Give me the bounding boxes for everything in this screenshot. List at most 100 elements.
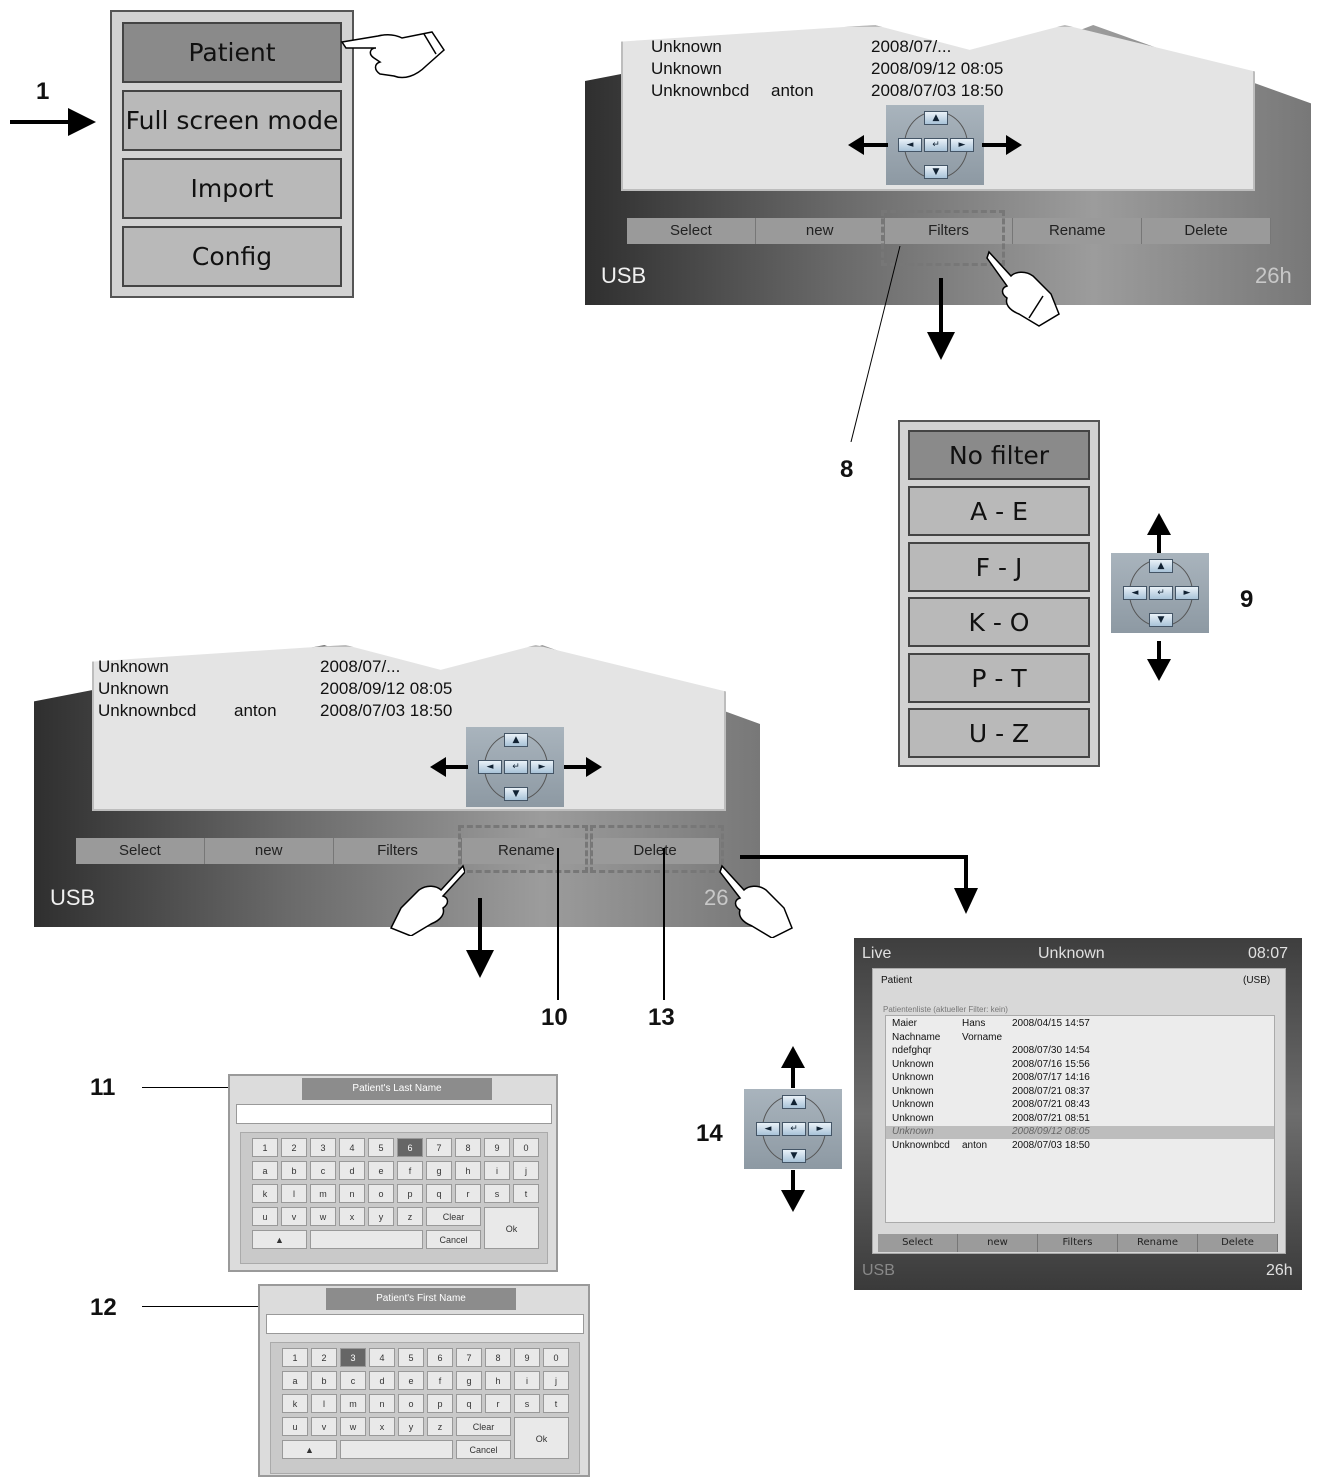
patient-row[interactable]: Unknown 2008/07/21 08:51 bbox=[886, 1113, 1274, 1126]
patient-row[interactable]: Nachname Vorname bbox=[886, 1032, 1274, 1045]
key-shift[interactable]: ▲ bbox=[282, 1440, 337, 1459]
nav-right-key[interactable]: ► bbox=[1175, 586, 1199, 600]
filter-item-k-o[interactable]: K - O bbox=[908, 597, 1090, 647]
key-k[interactable]: k bbox=[252, 1184, 278, 1203]
key-o[interactable]: o bbox=[398, 1394, 424, 1413]
patient-row[interactable]: Unknown 2008/07/21 08:43 bbox=[886, 1099, 1274, 1112]
nav-left-key[interactable]: ◄ bbox=[756, 1122, 780, 1136]
nav-up-key[interactable]: ▲ bbox=[924, 111, 948, 125]
key-x[interactable]: x bbox=[339, 1207, 365, 1226]
key-t[interactable]: t bbox=[513, 1184, 539, 1203]
key-i[interactable]: i bbox=[514, 1371, 540, 1390]
key-g[interactable]: g bbox=[426, 1161, 452, 1180]
nav-down-key[interactable]: ▼ bbox=[504, 787, 528, 801]
patient-row[interactable]: Unknownbcd anton 2008/07/03 18:50 bbox=[886, 1140, 1274, 1153]
key-space[interactable] bbox=[340, 1440, 453, 1459]
key-ok[interactable]: Ok bbox=[514, 1417, 569, 1459]
key-s[interactable]: s bbox=[484, 1184, 510, 1203]
key-ok[interactable]: Ok bbox=[484, 1207, 539, 1249]
key-digit-3[interactable]: 3 bbox=[340, 1348, 366, 1367]
key-g[interactable]: g bbox=[456, 1371, 482, 1390]
nav-down-key[interactable]: ▼ bbox=[924, 165, 948, 179]
patient-row[interactable]: Unknown 2008/07/16 15:56 bbox=[886, 1059, 1274, 1072]
key-b[interactable]: b bbox=[281, 1161, 307, 1180]
key-digit-0[interactable]: 0 bbox=[513, 1138, 539, 1157]
key-v[interactable]: v bbox=[281, 1207, 307, 1226]
patient-row[interactable]: Unknown 2008/07/17 14:16 bbox=[886, 1072, 1274, 1085]
key-u[interactable]: u bbox=[282, 1417, 308, 1436]
softkey-filters[interactable]: Filters bbox=[1038, 1234, 1118, 1252]
softkey-select[interactable]: Select bbox=[627, 218, 756, 244]
key-digit-1[interactable]: 1 bbox=[252, 1138, 278, 1157]
menu-item-full-screen-mode[interactable]: Full screen mode bbox=[122, 90, 342, 151]
key-digit-9[interactable]: 9 bbox=[484, 1138, 510, 1157]
key-r[interactable]: r bbox=[455, 1184, 481, 1203]
key-cancel[interactable]: Cancel bbox=[456, 1440, 511, 1459]
softkey-rename[interactable]: Rename bbox=[1118, 1234, 1198, 1252]
key-w[interactable]: w bbox=[340, 1417, 366, 1436]
key-q[interactable]: q bbox=[426, 1184, 452, 1203]
key-clear[interactable]: Clear bbox=[456, 1417, 511, 1436]
key-n[interactable]: n bbox=[369, 1394, 395, 1413]
key-j[interactable]: j bbox=[543, 1371, 569, 1390]
softkey-rename[interactable]: Rename bbox=[1013, 218, 1143, 244]
key-b[interactable]: b bbox=[311, 1371, 337, 1390]
filter-item-u-z[interactable]: U - Z bbox=[908, 708, 1090, 758]
softkey-new[interactable]: new bbox=[958, 1234, 1038, 1252]
patient-row[interactable]: Unknown 2008/07/21 08:37 bbox=[886, 1086, 1274, 1099]
menu-item-import[interactable]: Import bbox=[122, 158, 342, 219]
last-name-field[interactable] bbox=[236, 1104, 552, 1124]
softkey-new[interactable]: new bbox=[204, 838, 334, 864]
key-a[interactable]: a bbox=[282, 1371, 308, 1390]
key-u[interactable]: u bbox=[252, 1207, 278, 1226]
key-cancel[interactable]: Cancel bbox=[426, 1230, 481, 1249]
key-digit-4[interactable]: 4 bbox=[369, 1348, 395, 1367]
softkey-select[interactable]: Select bbox=[878, 1234, 958, 1252]
key-y[interactable]: y bbox=[398, 1417, 424, 1436]
key-k[interactable]: k bbox=[282, 1394, 308, 1413]
key-digit-7[interactable]: 7 bbox=[456, 1348, 482, 1367]
menu-item-config[interactable]: Config bbox=[122, 226, 342, 287]
nav-up-key[interactable]: ▲ bbox=[504, 733, 528, 747]
key-s[interactable]: s bbox=[514, 1394, 540, 1413]
key-e[interactable]: e bbox=[398, 1371, 424, 1390]
key-c[interactable]: c bbox=[340, 1371, 366, 1390]
key-digit-7[interactable]: 7 bbox=[426, 1138, 452, 1157]
key-digit-8[interactable]: 8 bbox=[485, 1348, 511, 1367]
key-d[interactable]: d bbox=[369, 1371, 395, 1390]
key-i[interactable]: i bbox=[484, 1161, 510, 1180]
key-n[interactable]: n bbox=[339, 1184, 365, 1203]
key-a[interactable]: a bbox=[252, 1161, 278, 1180]
key-w[interactable]: w bbox=[310, 1207, 336, 1226]
patient-row[interactable]: Unknown 2008/09/12 08:05 bbox=[886, 1126, 1274, 1139]
key-f[interactable]: f bbox=[427, 1371, 453, 1390]
key-f[interactable]: f bbox=[397, 1161, 423, 1180]
key-digit-1[interactable]: 1 bbox=[282, 1348, 308, 1367]
key-digit-8[interactable]: 8 bbox=[455, 1138, 481, 1157]
key-c[interactable]: c bbox=[310, 1161, 336, 1180]
key-p[interactable]: p bbox=[427, 1394, 453, 1413]
softkey-new[interactable]: new bbox=[755, 218, 885, 244]
key-clear[interactable]: Clear bbox=[426, 1207, 481, 1226]
key-m[interactable]: m bbox=[340, 1394, 366, 1413]
key-digit-2[interactable]: 2 bbox=[281, 1138, 307, 1157]
first-name-field[interactable] bbox=[266, 1314, 584, 1334]
key-m[interactable]: m bbox=[310, 1184, 336, 1203]
key-l[interactable]: l bbox=[281, 1184, 307, 1203]
key-d[interactable]: d bbox=[339, 1161, 365, 1180]
softkey-delete[interactable]: Delete bbox=[1198, 1234, 1278, 1252]
key-o[interactable]: o bbox=[368, 1184, 394, 1203]
key-digit-9[interactable]: 9 bbox=[514, 1348, 540, 1367]
key-q[interactable]: q bbox=[456, 1394, 482, 1413]
key-digit-5[interactable]: 5 bbox=[368, 1138, 394, 1157]
key-v[interactable]: v bbox=[311, 1417, 337, 1436]
key-h[interactable]: h bbox=[455, 1161, 481, 1180]
key-r[interactable]: r bbox=[485, 1394, 511, 1413]
softkey-delete[interactable]: Delete bbox=[1142, 218, 1271, 244]
key-l[interactable]: l bbox=[311, 1394, 337, 1413]
softkey-select[interactable]: Select bbox=[76, 838, 205, 864]
key-t[interactable]: t bbox=[543, 1394, 569, 1413]
filter-item-f-j[interactable]: F - J bbox=[908, 542, 1090, 592]
key-x[interactable]: x bbox=[369, 1417, 395, 1436]
key-e[interactable]: e bbox=[368, 1161, 394, 1180]
